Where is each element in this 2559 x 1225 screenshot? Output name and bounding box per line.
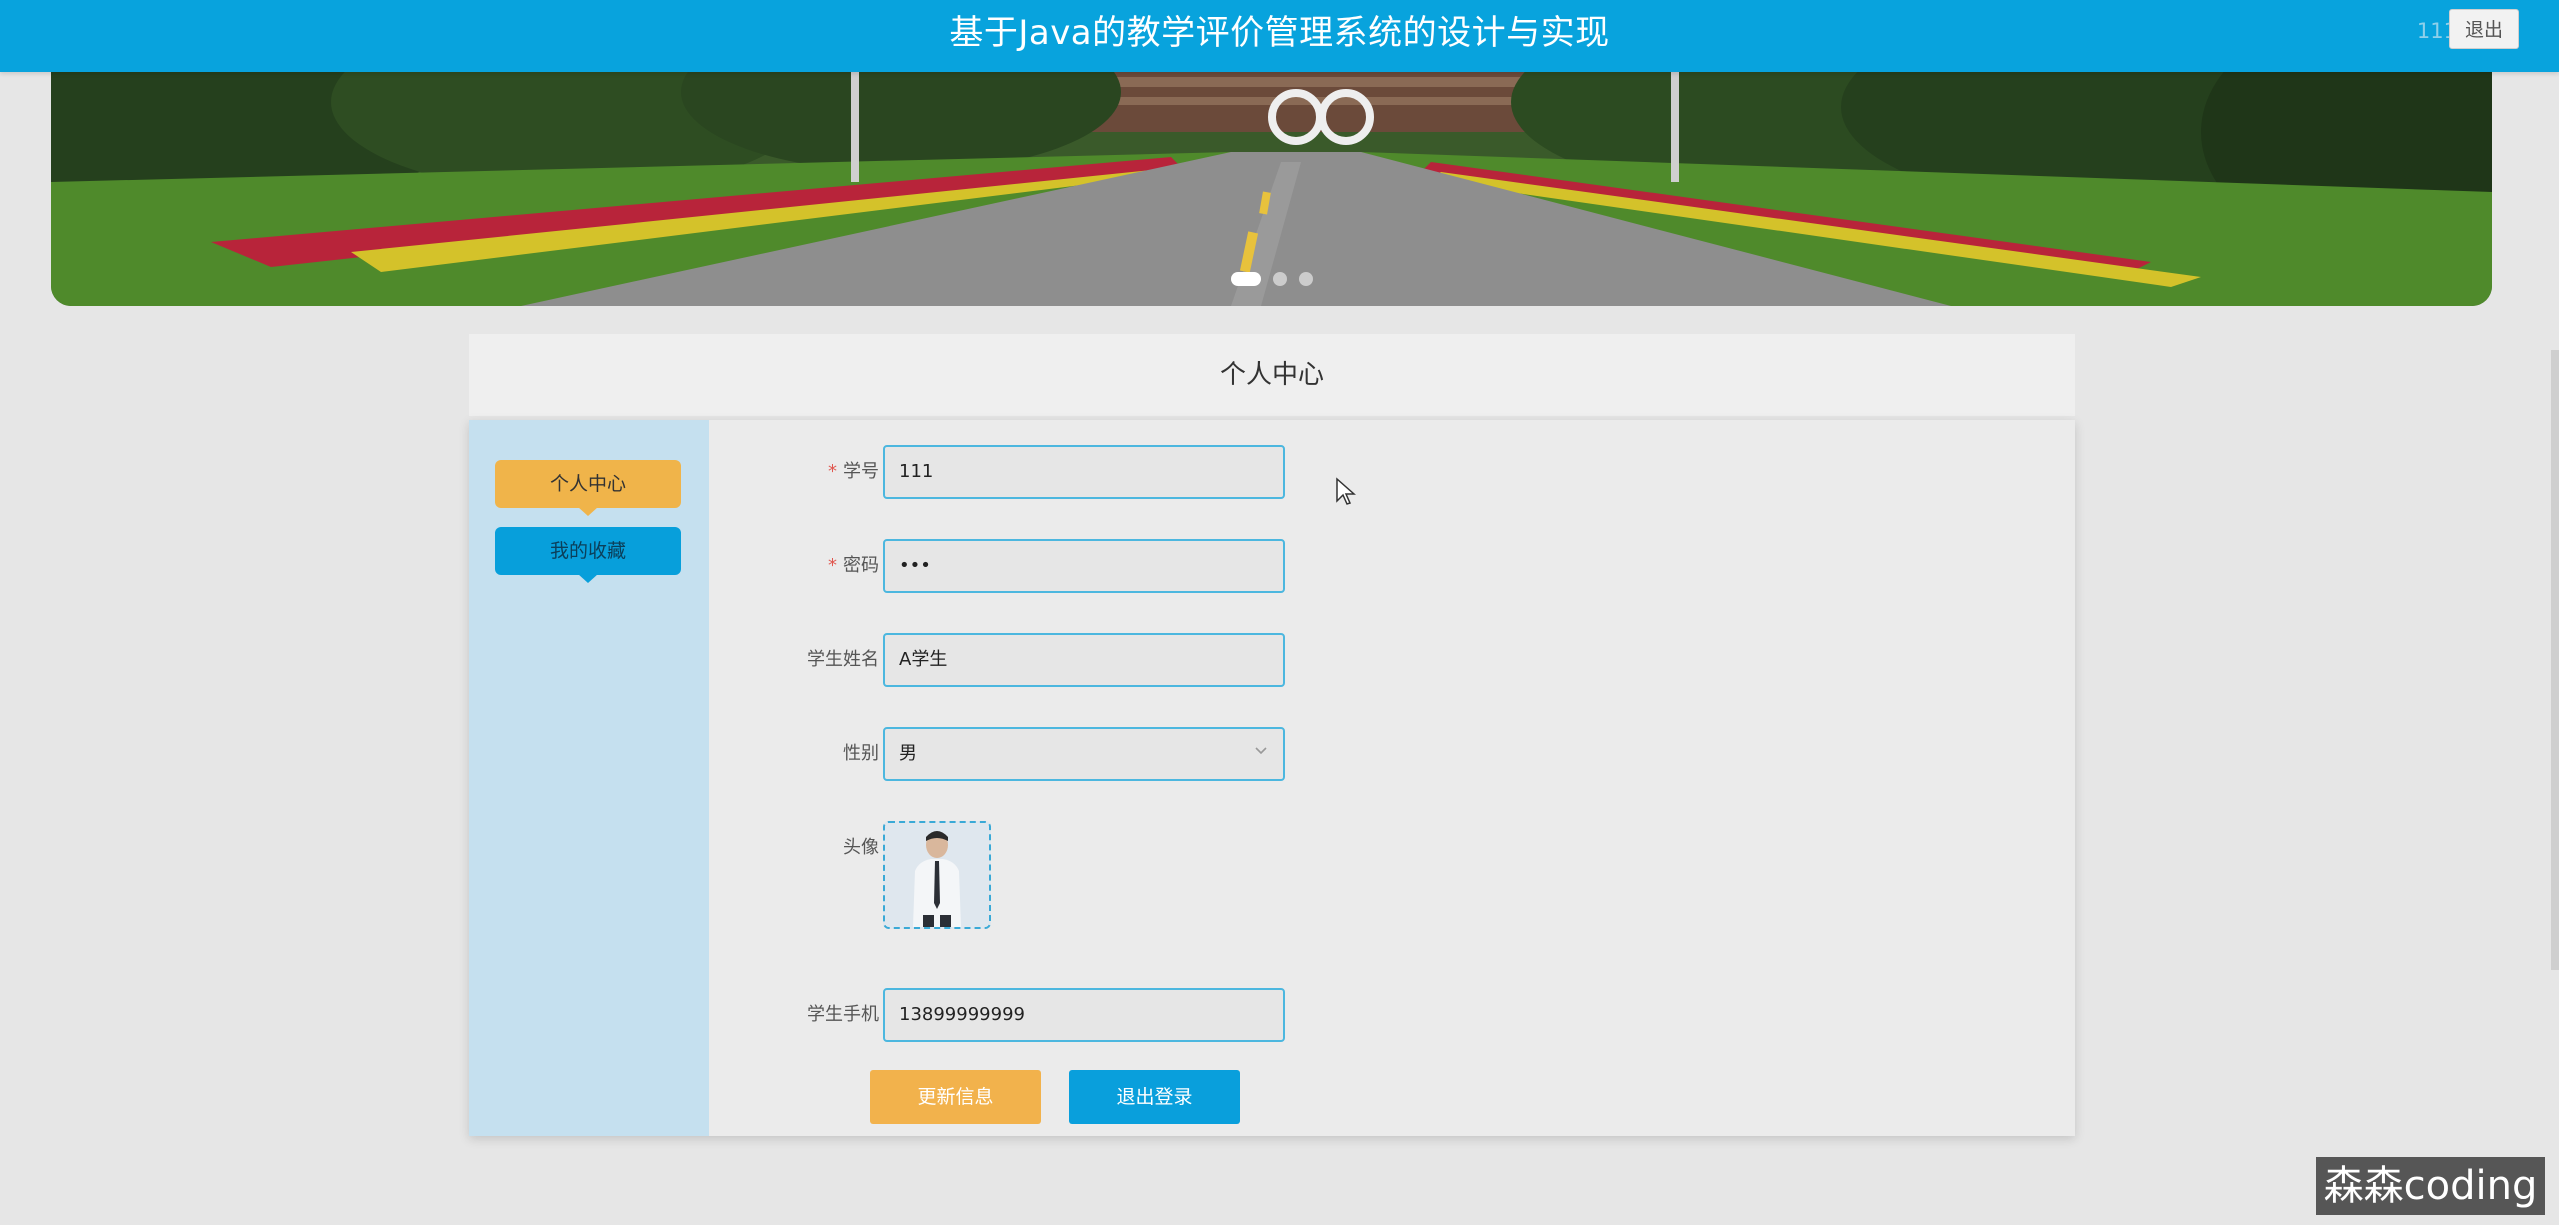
section-header: 个人中心: [469, 334, 2075, 416]
sidebar-item-my-favorites[interactable]: 我的收藏: [495, 527, 681, 583]
required-mark: *: [828, 461, 837, 482]
banner-image: [51, 72, 2492, 306]
top-header: 基于Java的教学评价管理系统的设计与实现 111 退出: [0, 0, 2559, 72]
avatar-upload[interactable]: [883, 821, 991, 929]
password-label: * 密码: [828, 555, 879, 576]
sidebar: 个人中心 我的收藏: [469, 420, 709, 1136]
app-title: 基于Java的教学评价管理系统的设计与实现: [949, 13, 1610, 53]
carousel-dot[interactable]: [1298, 272, 1313, 286]
header-logout-button[interactable]: 退出: [2449, 9, 2519, 49]
section-title: 个人中心: [1219, 360, 1324, 390]
student-id-input[interactable]: 111: [883, 445, 1285, 499]
profile-panel: 个人中心 我的收藏 * 学号 111 * 密码 ••• 学生姓名 A学生 性别 男 …: [469, 420, 2075, 1136]
gender-select[interactable]: 男: [883, 727, 1285, 781]
gender-label: 性别: [843, 743, 879, 764]
mouse-cursor-icon: [1336, 477, 1356, 505]
sidebar-item-personal-center[interactable]: 个人中心: [495, 460, 681, 516]
phone-input[interactable]: 13899999999: [883, 988, 1285, 1042]
carousel-indicators: [51, 272, 2492, 286]
avatar-label: 头像: [843, 837, 879, 858]
avatar-image: [885, 823, 989, 927]
carousel-dot[interactable]: [1272, 272, 1287, 286]
gender-selected-value: 男: [899, 743, 917, 764]
carousel-dot[interactable]: [1230, 272, 1261, 286]
phone-label: 学生手机: [807, 1004, 879, 1025]
banner-carousel: [51, 72, 2492, 306]
password-input[interactable]: •••: [883, 539, 1285, 593]
chevron-down-icon: [1255, 747, 1267, 755]
student-id-label: * 学号: [828, 461, 879, 482]
student-name-label: 学生姓名: [807, 649, 879, 670]
watermark: 森森coding: [2316, 1157, 2545, 1215]
scrollbar-thumb[interactable]: [2551, 350, 2559, 970]
update-info-button[interactable]: 更新信息: [870, 1070, 1041, 1124]
student-name-input[interactable]: A学生: [883, 633, 1285, 687]
required-mark: *: [828, 555, 837, 576]
logout-button[interactable]: 退出登录: [1069, 1070, 1240, 1124]
